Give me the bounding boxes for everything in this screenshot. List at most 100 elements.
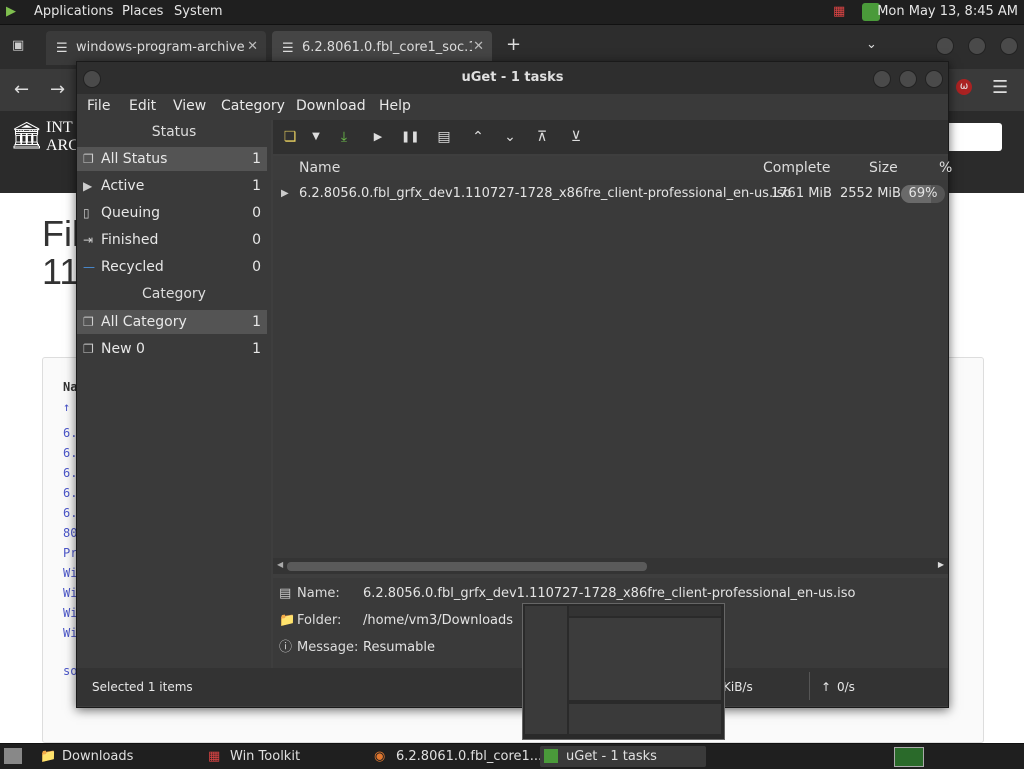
close-icon[interactable]: ✕ — [247, 39, 258, 54]
sidebar-item-finished[interactable]: ⇥ Finished 0 — [77, 228, 267, 252]
taskbar-item-label: 6.2.8061.0.fbl_core1... — [396, 749, 543, 764]
new-download-icon[interactable]: ❏ — [281, 128, 299, 146]
close-icon[interactable]: ✕ — [473, 39, 484, 54]
finished-icon: ⇥ — [83, 233, 94, 247]
new-tab-button[interactable]: + — [506, 34, 521, 55]
expand-arrow-icon[interactable]: ▶ — [281, 182, 289, 206]
taskbar-item-label: Win Toolkit — [230, 749, 301, 764]
taskbar-item-win-toolkit[interactable]: ▦ Win Toolkit — [204, 746, 364, 767]
places-menu[interactable]: Places — [122, 4, 163, 19]
archive-favicon-icon: ☰ — [282, 41, 294, 56]
page-title: Fil 11 — [42, 215, 80, 291]
menu-help[interactable]: Help — [379, 98, 411, 114]
download-icon[interactable]: ⤓ — [335, 128, 353, 146]
move-bottom-icon[interactable]: ⊻ — [567, 128, 585, 146]
windows-flag-icon[interactable]: ▦ — [833, 4, 845, 19]
detail-value: /home/vm3/Downloads — [363, 613, 514, 628]
sidebar-item-all-status[interactable]: ❐ All Status 1 — [77, 147, 267, 171]
site-name-line2[interactable]: ARC — [46, 137, 79, 155]
window-maximize-button[interactable] — [968, 37, 986, 55]
window-close-button[interactable] — [1000, 37, 1018, 55]
tab-overview-icon[interactable]: ▣ — [12, 38, 24, 53]
sidebar: Status ❐ All Status 1 ▶ Active 1 ▯ Queui… — [77, 120, 271, 668]
sidebar-item-new-0[interactable]: ❐ New 0 1 — [77, 337, 267, 361]
detail-label: Folder: — [297, 613, 342, 628]
category-header: Category — [142, 286, 206, 302]
archive-logo-icon[interactable]: 🏛 — [10, 121, 43, 151]
download-complete: 1761 MiB — [771, 186, 832, 201]
sidebar-item-recycled[interactable]: — Recycled 0 — [77, 255, 267, 279]
info-icon: ⓘ — [279, 640, 293, 655]
hamburger-menu-icon[interactable]: ☰ — [992, 77, 1008, 98]
detail-value: Resumable — [363, 640, 435, 655]
parent-directory-icon[interactable]: ↑ — [63, 400, 70, 414]
taskbar: 📁 Downloads ▦ Win Toolkit ◉ 6.2.8061.0.f… — [0, 743, 1024, 769]
sidebar-item-active[interactable]: ▶ Active 1 — [77, 174, 267, 198]
play-icon[interactable]: ▶ — [369, 128, 387, 146]
uget-titlebar[interactable]: uGet - 1 tasks — [77, 62, 948, 94]
uget-icon — [544, 749, 558, 763]
scrollbar-thumb[interactable] — [287, 562, 647, 571]
preview-list — [569, 618, 721, 700]
pause-icon[interactable]: ❚❚ — [401, 128, 419, 146]
properties-icon[interactable]: ▤ — [435, 128, 453, 146]
menu-download[interactable]: Download — [296, 98, 366, 114]
tab-active-archive[interactable]: ☰ 6.2.8061.0.fbl_core1_soc.11( ✕ — [272, 31, 492, 65]
column-complete[interactable]: Complete — [763, 160, 830, 176]
sidebar-item-queuing[interactable]: ▯ Queuing 0 — [77, 201, 267, 225]
menu-category[interactable]: Category — [221, 98, 285, 114]
detail-label: Name: — [297, 586, 340, 601]
progress-text: 69% — [908, 186, 938, 201]
clock[interactable]: Mon May 13, 8:45 AM — [877, 4, 1018, 19]
taskbar-item-browser[interactable]: ◉ 6.2.8061.0.fbl_core1... — [370, 746, 542, 767]
move-up-icon[interactable]: ⌃ — [469, 128, 487, 146]
show-desktop-icon[interactable] — [4, 748, 22, 764]
scroll-right-icon[interactable]: ▶ — [938, 560, 944, 569]
move-down-icon[interactable]: ⌄ — [501, 128, 519, 146]
menu-view[interactable]: View — [173, 98, 206, 114]
window-minimize-button[interactable] — [936, 37, 954, 55]
tab-windows-program-archive[interactable]: ☰ windows-program-archive ✕ — [46, 31, 266, 65]
status-bar: Selected 1 items KiB/s ↑ 0/s — [77, 668, 948, 706]
forward-arrow-icon[interactable]: → — [50, 79, 65, 100]
preview-details — [569, 704, 721, 734]
column-percent[interactable]: % — [939, 160, 952, 176]
search-input[interactable] — [940, 123, 1002, 151]
category-icon: ❐ — [83, 315, 94, 329]
scroll-left-icon[interactable]: ◀ — [277, 560, 283, 569]
taskbar-item-label: Downloads — [62, 749, 134, 764]
sidebar-item-all-category[interactable]: ❐ All Category 1 — [77, 310, 267, 334]
taskbar-item-uget[interactable]: uGet - 1 tasks — [540, 746, 706, 767]
horizontal-scrollbar[interactable]: ◀ ▶ — [273, 558, 948, 574]
taskbar-item-downloads[interactable]: 📁 Downloads — [36, 746, 196, 767]
folder-icon: 📁 — [279, 613, 296, 628]
detail-label: Message: — [297, 640, 359, 655]
move-top-icon[interactable]: ⊼ — [533, 128, 551, 146]
all-status-icon: ❐ — [83, 152, 94, 166]
site-name-line1[interactable]: INT — [46, 119, 73, 137]
folder-icon: 📁 — [40, 749, 57, 764]
window-minimize-button[interactable] — [873, 70, 891, 88]
window-close-button[interactable] — [925, 70, 943, 88]
sidebar-item-count: 1 — [252, 341, 261, 357]
table-row[interactable]: ▶ 6.2.8056.0.fbl_grfx_dev1.110727-1728_x… — [273, 182, 948, 206]
column-name[interactable]: Name — [299, 160, 340, 176]
window-preview-thumbnail[interactable] — [522, 603, 725, 740]
workspace-switcher[interactable] — [894, 747, 924, 767]
sidebar-item-label: All Status — [101, 151, 168, 167]
mate-logo-icon[interactable]: ▶ — [6, 4, 16, 19]
menu-edit[interactable]: Edit — [129, 98, 156, 114]
applications-menu[interactable]: Applications — [34, 4, 113, 19]
sidebar-item-label: Finished — [101, 232, 159, 248]
chevron-down-icon[interactable]: ⌄ — [866, 37, 877, 52]
chevron-down-icon[interactable]: ▼ — [307, 128, 325, 146]
progress-bar: 69% — [901, 185, 945, 203]
file-icon: ▤ — [279, 586, 292, 601]
window-maximize-button[interactable] — [899, 70, 917, 88]
ublock-icon[interactable]: ω — [956, 79, 972, 95]
system-menu[interactable]: System — [174, 4, 222, 19]
menu-file[interactable]: File — [87, 98, 110, 114]
window-title: uGet - 1 tasks — [461, 70, 564, 85]
column-size[interactable]: Size — [869, 160, 898, 176]
back-arrow-icon[interactable]: ← — [14, 79, 29, 100]
